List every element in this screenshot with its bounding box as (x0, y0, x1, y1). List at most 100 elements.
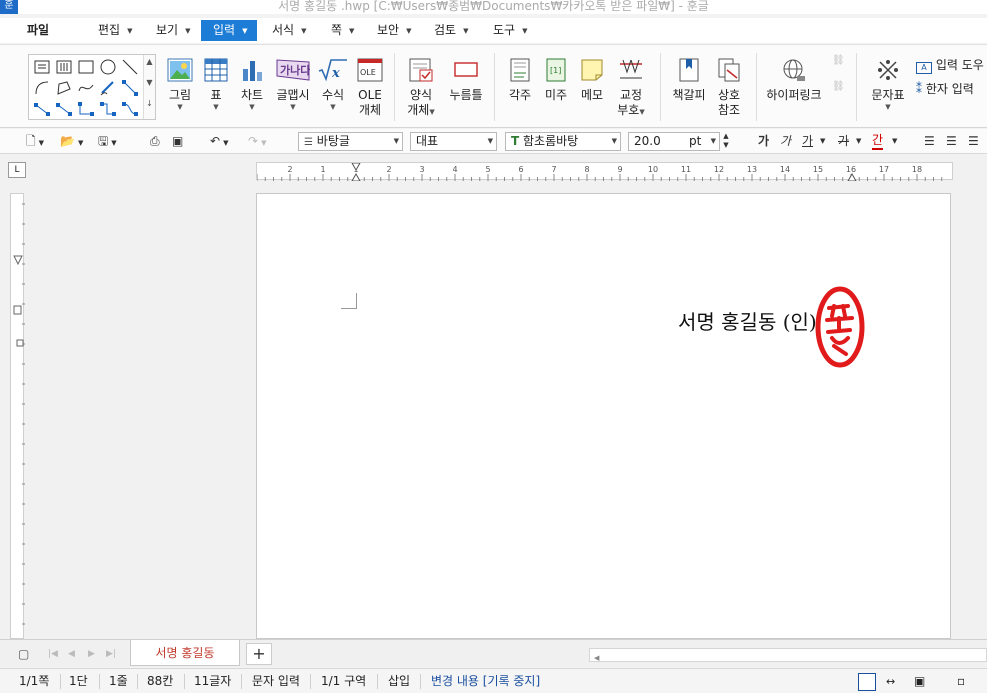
curve-icon[interactable] (77, 79, 95, 97)
ruler-toggle-button[interactable]: L (8, 162, 26, 178)
menu-security[interactable]: 보안 ▼ (377, 20, 411, 41)
signature-text[interactable]: 서명 홍길동 (인) (678, 306, 817, 335)
connector-elbow-arrow-icon[interactable] (99, 100, 117, 118)
menu-edit[interactable]: 편집 ▼ (98, 20, 132, 41)
underline-button[interactable]: 가 (802, 132, 813, 151)
zoom-out-icon[interactable]: ▫ (957, 669, 965, 693)
new-document-button[interactable]: 🗋 ▼ (26, 132, 44, 151)
footnote-icon (503, 58, 537, 82)
menu-tools[interactable]: 도구 ▼ (493, 20, 527, 41)
save-button[interactable]: 🖫 ▼ (98, 132, 117, 151)
font-color-button[interactable]: 간 (872, 132, 884, 150)
align-left-button[interactable]: ☰ (946, 132, 957, 151)
italic-button[interactable]: 가 (780, 132, 791, 151)
insert-field-button[interactable]: 누름틀 (446, 58, 486, 103)
status-input-mode[interactable]: 문자 입력 (252, 669, 300, 693)
status-page[interactable]: 1/1쪽 (19, 669, 49, 693)
strikethrough-button[interactable]: 가 (838, 132, 849, 151)
insert-glyph-button[interactable]: 가나다 글맵시 ▼ (274, 58, 312, 112)
shapes-gallery[interactable]: ▲ ▼ ↓ (28, 54, 156, 120)
undo-button[interactable]: ↶ ▼ (210, 132, 228, 151)
format-toolbar: 🗋 ▼ 📂 ▼ 🖫 ▼ ⎙ ▣ ↶ ▼ ↷ ▼ ☰ 바탕글 ▼ 대표 ▼ T 함초롬바탕 ▼ 2… (0, 129, 987, 154)
arc-icon[interactable] (33, 79, 51, 97)
preview-button[interactable]: ▣ (172, 132, 183, 151)
textbox-icon[interactable] (33, 58, 51, 76)
align-right-button[interactable]: ☰ (968, 132, 979, 151)
prev-tab-button[interactable]: ◀ (68, 645, 75, 664)
insert-ole-button[interactable]: OLE OLE 개체 (354, 58, 386, 118)
link-disabled-icon: ⛓ (832, 55, 845, 66)
first-tab-button[interactable]: |◀ (48, 645, 58, 664)
line-icon[interactable] (121, 58, 139, 76)
menu-format[interactable]: 서식 ▼ (272, 20, 306, 41)
undo-icon: ↶ (210, 134, 221, 148)
page-layout-icon[interactable]: ▢ (18, 645, 29, 664)
status-section[interactable]: 1/1 구역 (321, 669, 366, 693)
redo-icon: ↷ (248, 134, 259, 148)
insert-character-map-button[interactable]: 문자표 ▼ (866, 58, 910, 112)
insert-bookmark-button[interactable]: 책갈피 (669, 58, 709, 103)
ellipse-icon[interactable] (99, 58, 117, 76)
first-line-indent-marker[interactable] (351, 172, 361, 182)
hanja-input-button[interactable]: ⁑ 한자 입력 (916, 80, 974, 97)
vertical-ruler[interactable] (10, 193, 25, 639)
print-button[interactable]: ⎙ (150, 132, 160, 151)
tab-document[interactable]: 서명 홍길동 (130, 640, 240, 666)
connector-arrow-icon[interactable] (55, 100, 73, 118)
insert-hyperlink-button[interactable]: 하이퍼링크 (762, 58, 826, 103)
chevron-down-icon[interactable]: ▼ (892, 132, 897, 151)
insert-memo-button[interactable]: 메모 (575, 58, 609, 103)
polygon-icon[interactable] (55, 79, 73, 97)
insert-table-button[interactable]: 표 ▼ (200, 58, 232, 112)
connector-straight-icon[interactable] (33, 100, 51, 118)
menu-review[interactable]: 검토 ▼ (434, 20, 468, 41)
font-name-select[interactable]: T 함초롬바탕 ▼ (505, 132, 621, 151)
view-full-icon[interactable]: ▣ (914, 669, 925, 693)
connector-elbow-icon[interactable] (77, 100, 95, 118)
document-page[interactable]: 서명 홍길동 (인) (256, 193, 951, 639)
chevron-down-icon[interactable]: ▼ (820, 132, 825, 151)
hanja-sparkle-icon: ⁑ (916, 82, 922, 96)
bold-button[interactable]: 가 (758, 132, 769, 151)
freehand-icon[interactable] (99, 79, 117, 97)
ruler-tick-label: 8 (584, 165, 589, 174)
horizontal-scrollbar[interactable]: ◀ (589, 648, 987, 662)
view-page-icon[interactable] (858, 673, 876, 691)
insert-proofreading-button[interactable]: 교정 부호▼ (613, 58, 649, 118)
insert-formula-button[interactable]: x 수식 ▼ (316, 58, 350, 112)
rectangle-icon[interactable] (77, 58, 95, 76)
insert-cross-reference-button[interactable]: 상호 참조 (711, 58, 747, 118)
insert-chart-button[interactable]: 차트 ▼ (236, 58, 268, 112)
menu-insert[interactable]: 입력 ▼ (201, 20, 257, 41)
add-tab-button[interactable]: + (246, 643, 272, 665)
insert-form-object-button[interactable]: 양식 개체▼ (403, 58, 439, 118)
chevron-down-icon[interactable]: ▼ (856, 132, 861, 151)
status-insert-mode[interactable]: 삽입 (388, 669, 410, 693)
status-track-changes[interactable]: 변경 내용 [기록 중지] (431, 669, 540, 693)
insert-endnote-button[interactable]: [1] 미주 (539, 58, 573, 103)
menu-page[interactable]: 쪽 ▼ (331, 20, 354, 41)
horizontal-ruler[interactable]: 21123456789101112131415161718 (256, 162, 953, 182)
menu-file[interactable]: 파일 (27, 20, 49, 41)
next-tab-button[interactable]: ▶ (88, 645, 95, 664)
connector-curve-icon[interactable] (121, 100, 139, 118)
input-helper-button[interactable]: A 입력 도우 (916, 56, 984, 74)
style-select[interactable]: ☰ 바탕글 ▼ (298, 132, 403, 151)
status-cell: 88칸 (147, 674, 174, 688)
insert-footnote-button[interactable]: 각주 (503, 58, 537, 103)
ruler-ticks: 21123456789101112131415161718 (256, 162, 943, 182)
font-size-spinner[interactable]: ▲ ▼ (720, 132, 732, 151)
last-tab-button[interactable]: ▶| (106, 645, 116, 664)
open-document-button[interactable]: 📂 ▼ (60, 132, 83, 151)
insert-picture-button[interactable]: 그림 ▼ (163, 58, 197, 112)
vertical-textbox-icon[interactable] (55, 58, 73, 76)
right-indent-marker[interactable] (847, 172, 857, 182)
view-width-icon[interactable]: ↔ (886, 669, 895, 693)
redo-button[interactable]: ↷ ▼ (248, 132, 266, 151)
align-justify-button[interactable]: ☰ (924, 132, 935, 151)
font-language-select[interactable]: 대표 ▼ (410, 132, 497, 151)
menu-view[interactable]: 보기 ▼ (156, 20, 190, 41)
shapes-scrollbar[interactable]: ▲ ▼ ↓ (143, 55, 155, 119)
font-size-input[interactable]: 20.0 pt ▼ (628, 132, 720, 151)
connector-icon[interactable] (121, 79, 139, 97)
